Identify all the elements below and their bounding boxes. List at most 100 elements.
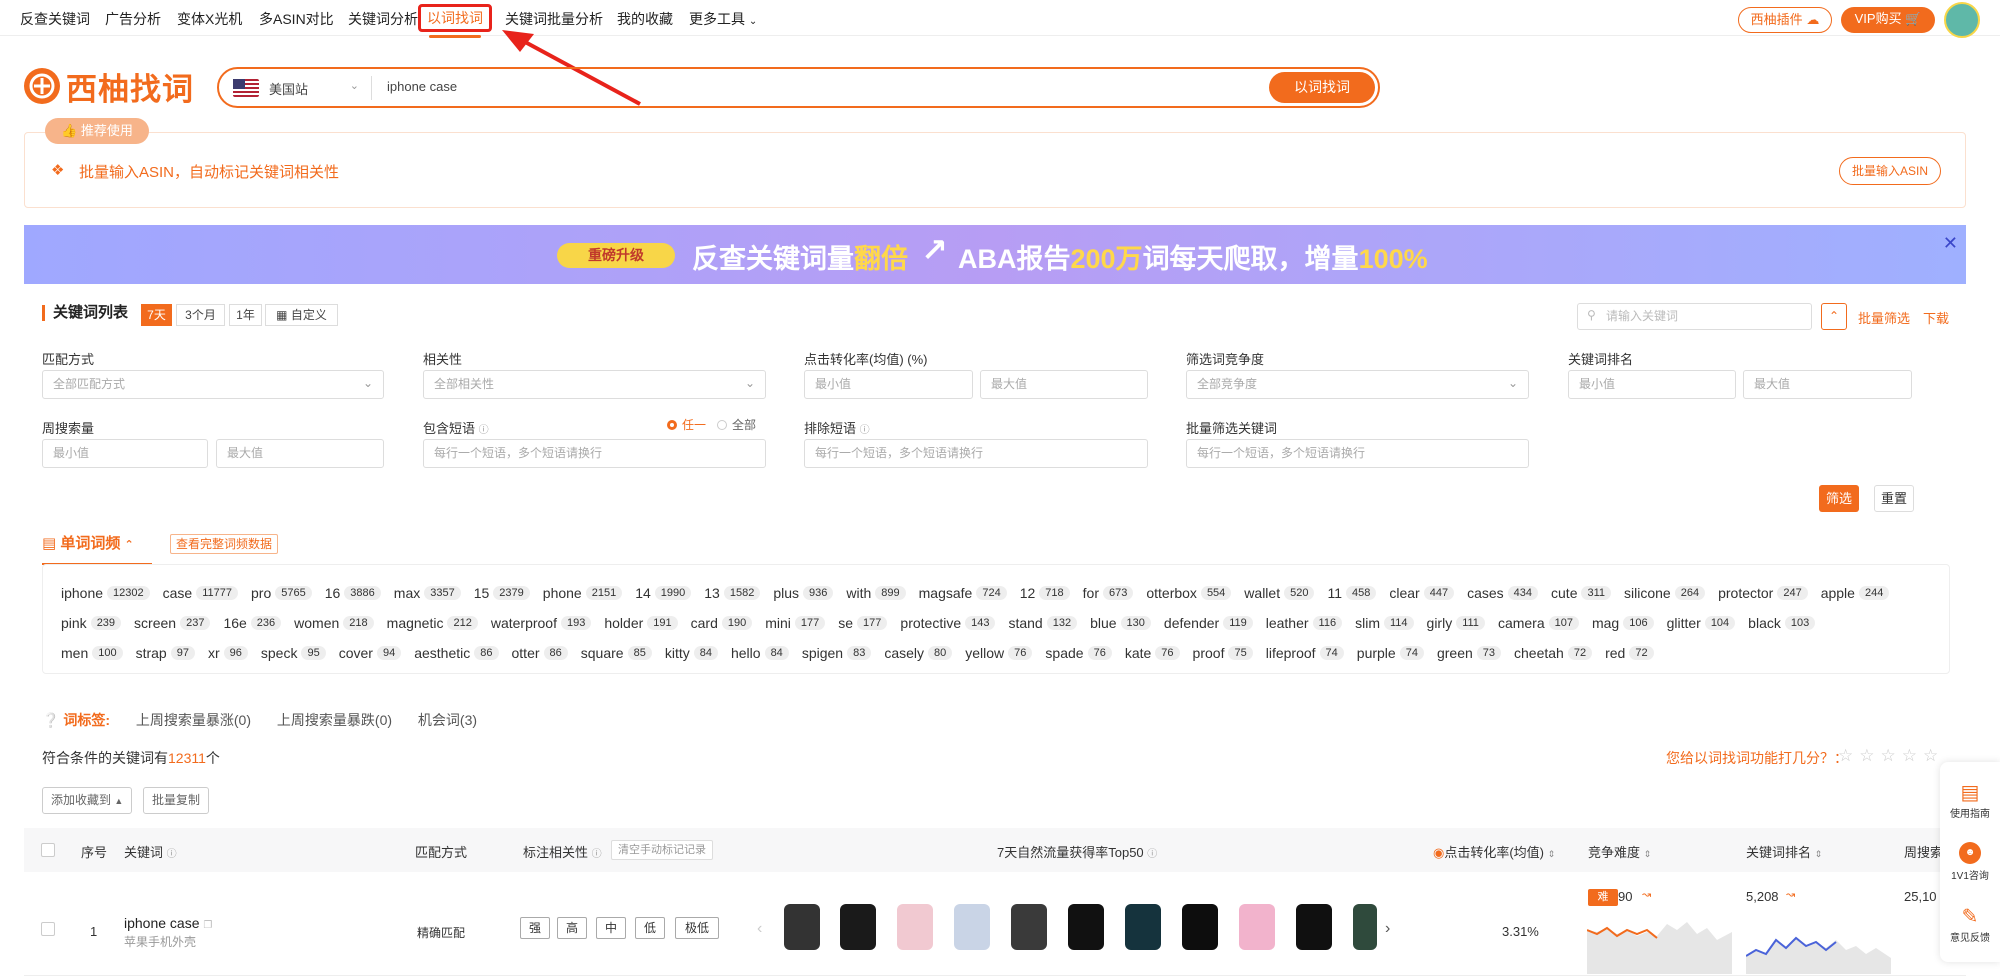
cvr-min-input[interactable]: 最小值 [804, 370, 973, 399]
promo-banner[interactable]: 重磅升级 反查关键词量翻倍 ↗ ABA报告200万词每天爬取，增量100% ✕ [24, 225, 1966, 284]
word-freq-item[interactable]: mag 106 [1592, 615, 1654, 631]
product-thumbnail[interactable] [1239, 904, 1275, 950]
batch-keyword-input[interactable]: 每行一个短语，多个短语请换行 [1186, 439, 1529, 468]
word-freq-item[interactable]: lifeproof 74 [1266, 645, 1344, 661]
batch-asin-button[interactable]: 批量输入ASIN [1839, 157, 1941, 185]
copy-icon[interactable]: ❐ [203, 920, 212, 931]
exclude-phrase-input[interactable]: 每行一个短语，多个短语请换行 [804, 439, 1148, 468]
th-cvr[interactable]: ◉点击转化率(均值) ⇕ [1433, 842, 1555, 861]
word-freq-item[interactable]: plus 936 [773, 585, 834, 601]
product-thumbnail[interactable] [954, 904, 990, 950]
word-freq-item[interactable]: 16e 236 [223, 615, 282, 631]
range-custom[interactable]: ▦ 自定义 [265, 304, 338, 326]
word-freq-item[interactable]: girly 111 [1427, 615, 1485, 631]
word-freq-item[interactable]: holder 191 [604, 615, 678, 631]
word-freq-item[interactable]: apple 244 [1821, 585, 1890, 601]
avatar[interactable] [1944, 2, 1980, 38]
range-3m[interactable]: 3个月 [176, 304, 225, 326]
word-freq-item[interactable]: case 11777 [163, 585, 238, 601]
word-freq-item[interactable]: spade 76 [1045, 645, 1112, 661]
word-freq-item[interactable]: square 85 [581, 645, 652, 661]
word-freq-item[interactable]: proof 75 [1193, 645, 1253, 661]
logo[interactable]: 西柚找词 [24, 64, 194, 108]
search-input[interactable]: iphone case [387, 79, 457, 94]
th-difficulty[interactable]: 竞争难度 ⇕ [1588, 842, 1651, 861]
word-freq-item[interactable]: black 103 [1748, 615, 1816, 631]
word-freq-item[interactable]: spigen 83 [802, 645, 872, 661]
word-freq-item[interactable]: protective 143 [900, 615, 996, 631]
product-thumbnail[interactable] [1353, 904, 1377, 950]
word-freq-item[interactable]: hello 84 [731, 645, 789, 661]
word-freq-item[interactable]: glitter 104 [1667, 615, 1736, 631]
tag-opportunity[interactable]: 机会词(3) [418, 710, 477, 730]
word-freq-item[interactable]: waterproof 193 [491, 615, 592, 631]
nav-multi-asin[interactable]: 多ASIN对比 [259, 9, 334, 29]
word-freq-item[interactable]: defender 119 [1164, 615, 1253, 631]
trend-chart-icon[interactable]: ↝ [1786, 888, 1795, 901]
batch-copy-button[interactable]: 批量复制 [143, 787, 210, 814]
full-word-freq-link[interactable]: 查看完整词频数据 [170, 534, 279, 554]
word-freq-item[interactable]: iphone 12302 [61, 585, 150, 601]
word-freq-item[interactable]: otterbox 554 [1146, 585, 1232, 601]
word-freq-item[interactable]: 13 1582 [704, 585, 761, 601]
product-thumbnail[interactable] [784, 904, 820, 950]
usage-guide-button[interactable]: ▤ 使用指南 [1940, 780, 2000, 820]
tag-weekly-surge[interactable]: 上周搜索量暴涨(0) [136, 710, 251, 730]
word-freq-item[interactable]: leather 116 [1266, 615, 1343, 631]
word-freq-item[interactable]: phone 2151 [543, 585, 623, 601]
word-freq-item[interactable]: max 3357 [394, 585, 461, 601]
nav-reverse-keyword[interactable]: 反查关键词 [20, 9, 90, 29]
word-freq-item[interactable]: 12 718 [1020, 585, 1070, 601]
product-thumbnail[interactable] [840, 904, 876, 950]
filter-button[interactable]: 筛选 [1819, 485, 1859, 512]
word-freq-item[interactable]: cute 311 [1551, 585, 1612, 601]
word-freq-item[interactable]: se 177 [838, 615, 888, 631]
relevance-low-button[interactable]: 低 [635, 917, 665, 939]
download-link[interactable]: 下载 [1923, 308, 1949, 327]
word-freq-item[interactable]: stand 132 [1008, 615, 1078, 631]
relevance-high-button[interactable]: 高 [557, 917, 587, 939]
product-thumbnail[interactable] [897, 904, 933, 950]
word-freq-item[interactable]: kitty 84 [665, 645, 718, 661]
trend-chart-icon[interactable]: ↝ [1642, 888, 1651, 901]
word-freq-item[interactable]: strap 97 [136, 645, 195, 661]
word-freq-item[interactable]: with 899 [846, 585, 906, 601]
word-freq-item[interactable]: screen 237 [134, 615, 211, 631]
relevance-select[interactable]: 全部相关性 ⌄ [423, 370, 766, 399]
word-freq-item[interactable]: 15 2379 [474, 585, 530, 601]
word-freq-item[interactable]: cheetah 72 [1514, 645, 1593, 661]
word-freq-item[interactable]: aesthetic 86 [414, 645, 499, 661]
nav-variant-xray[interactable]: 变体X光机 [177, 9, 242, 29]
match-select[interactable]: 全部匹配方式 ⌄ [42, 370, 384, 399]
row-checkbox[interactable] [41, 922, 55, 936]
consult-button[interactable]: ☻ 1V1咨询 [1940, 842, 2000, 882]
word-freq-tab[interactable]: ▤ 单词词频 ⌃ [42, 532, 152, 565]
word-freq-item[interactable]: card 190 [691, 615, 753, 631]
range-7d[interactable]: 7天 [141, 304, 172, 326]
clear-marks-button[interactable]: 清空手动标记记录 [611, 840, 713, 860]
word-freq-item[interactable]: 16 3886 [325, 585, 381, 601]
word-freq-item[interactable]: yellow 76 [965, 645, 1033, 661]
product-thumbnail[interactable] [1296, 904, 1332, 950]
word-freq-item[interactable]: silicone 264 [1624, 585, 1706, 601]
nav-more-tools[interactable]: 更多工具 ⌄ [689, 9, 757, 29]
site-select[interactable]: 美国站 ⌄ [233, 77, 363, 99]
nav-keyword-analysis[interactable]: 关键词分析 [348, 9, 418, 29]
word-freq-item[interactable]: green 73 [1437, 645, 1502, 661]
radio-any[interactable]: 任一 [667, 416, 706, 433]
word-freq-item[interactable]: pro 5765 [251, 585, 312, 601]
product-thumbnail[interactable] [1068, 904, 1104, 950]
reset-button[interactable]: 重置 [1874, 485, 1914, 512]
select-all-checkbox[interactable] [41, 843, 55, 857]
cvr-max-input[interactable]: 最大值 [980, 370, 1148, 399]
relevance-strong-button[interactable]: 强 [520, 917, 550, 939]
weekly-max-input[interactable]: 最大值 [216, 439, 384, 468]
word-freq-item[interactable]: clear 447 [1389, 585, 1455, 601]
word-freq-item[interactable]: protector 247 [1718, 585, 1808, 601]
word-freq-item[interactable]: wallet 520 [1244, 585, 1315, 601]
word-freq-item[interactable]: cover 94 [339, 645, 402, 661]
product-thumbnail[interactable] [1125, 904, 1161, 950]
search-button[interactable]: 以词找词 [1269, 72, 1375, 103]
rank-min-input[interactable]: 最小值 [1568, 370, 1736, 399]
add-favorite-button[interactable]: 添加收藏到 ▲ [42, 787, 133, 814]
